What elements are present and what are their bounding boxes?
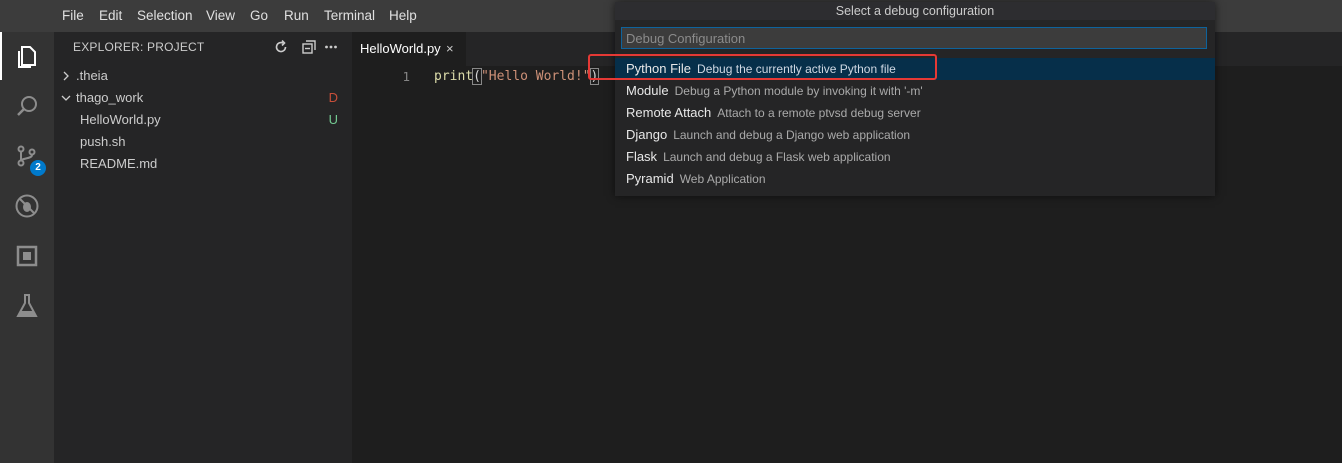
source-control-icon[interactable]: 2 <box>0 132 54 180</box>
quickpick-item-django[interactable]: Django Launch and debug a Django web appl… <box>615 124 1215 146</box>
git-decoration-deleted: D <box>328 90 338 105</box>
scm-badge: 2 <box>30 160 46 176</box>
menu-edit[interactable]: Edit <box>99 0 122 32</box>
tree-item-label: .theia <box>76 68 108 83</box>
chevron-right-icon <box>60 65 72 87</box>
quickpick-item-pyramid[interactable]: Pyramid Web Application <box>615 168 1215 190</box>
activity-bar: 2 <box>0 32 54 463</box>
item-name: Pyramid <box>626 171 674 186</box>
debug-config-quickpick: Select a debug configuration Python File… <box>615 2 1215 196</box>
debug-config-input[interactable] <box>621 27 1207 49</box>
item-name: Module <box>626 83 669 98</box>
tree-folder-theia[interactable]: .theia <box>54 65 352 87</box>
more-actions-icon[interactable] <box>322 38 340 56</box>
quickpick-item-flask[interactable]: Flask Launch and debug a Flask web applic… <box>615 146 1215 168</box>
code-token-string: "Hello World!" <box>480 69 591 84</box>
item-name: Flask <box>626 149 658 164</box>
code-token-paren-close: ) <box>589 68 600 85</box>
tree-item-label: push.sh <box>80 134 126 149</box>
debug-icon[interactable] <box>0 182 54 230</box>
code-token-function: print <box>434 69 474 84</box>
explorer-sidebar: EXPLORER: PROJECT .theia thago_work D He… <box>54 32 352 463</box>
item-description: Launch and debug a Flask web application <box>663 150 891 164</box>
tree-file-readme[interactable]: README.md <box>54 153 352 175</box>
code-line[interactable]: print("Hello World!") <box>434 66 600 88</box>
collapse-all-icon[interactable] <box>300 38 318 56</box>
refresh-icon[interactable] <box>272 38 290 56</box>
item-description: Launch and debug a Django web applicatio… <box>673 128 911 142</box>
tree-item-label: thago_work <box>76 90 144 105</box>
item-name: Remote Attach <box>626 105 712 120</box>
item-name: Django <box>626 127 668 142</box>
code-token-paren-open: ( <box>472 68 482 85</box>
menu-file[interactable]: File <box>62 0 84 32</box>
menu-view[interactable]: View <box>206 0 235 32</box>
menu-run[interactable]: Run <box>284 0 309 32</box>
chevron-down-icon <box>60 87 72 109</box>
menu-go[interactable]: Go <box>250 0 268 32</box>
item-name: Python File <box>626 61 692 76</box>
line-number: 1 <box>402 69 410 84</box>
menu-help[interactable]: Help <box>389 0 417 32</box>
quickpick-item-module[interactable]: Module Debug a Python module by invoking … <box>615 80 1215 102</box>
explorer-title: EXPLORER: PROJECT <box>73 40 205 54</box>
menu-selection[interactable]: Selection <box>137 0 193 32</box>
quickpick-item-python-file[interactable]: Python File Debug the currently active Py… <box>615 58 1215 80</box>
tree-folder-thago-work[interactable]: thago_work D <box>54 87 352 109</box>
tab-helloworld[interactable]: HelloWorld.py × <box>352 32 466 66</box>
tree-item-label: HelloWorld.py <box>80 112 161 127</box>
git-decoration-untracked: U <box>328 112 338 127</box>
menu-terminal[interactable]: Terminal <box>324 0 375 32</box>
tree-file-push-sh[interactable]: push.sh <box>54 131 352 153</box>
tree-item-label: README.md <box>80 156 158 171</box>
item-description: Web Application <box>679 172 766 186</box>
tab-label: HelloWorld.py <box>360 41 441 56</box>
item-description: Debug a Python module by invoking it wit… <box>674 84 923 98</box>
test-flask-icon[interactable] <box>0 282 54 330</box>
extensions-icon[interactable] <box>0 232 54 280</box>
close-icon[interactable]: × <box>446 32 454 65</box>
files-icon[interactable] <box>0 32 54 80</box>
item-description: Attach to a remote ptvsd debug server <box>717 106 921 120</box>
item-description: Debug the currently active Python file <box>697 62 896 76</box>
quickpick-title: Select a debug configuration <box>615 2 1215 20</box>
quickpick-item-remote-attach[interactable]: Remote Attach Attach to a remote ptvsd de… <box>615 102 1215 124</box>
search-icon[interactable] <box>0 82 54 130</box>
tree-file-helloworld[interactable]: HelloWorld.py U <box>54 109 352 131</box>
